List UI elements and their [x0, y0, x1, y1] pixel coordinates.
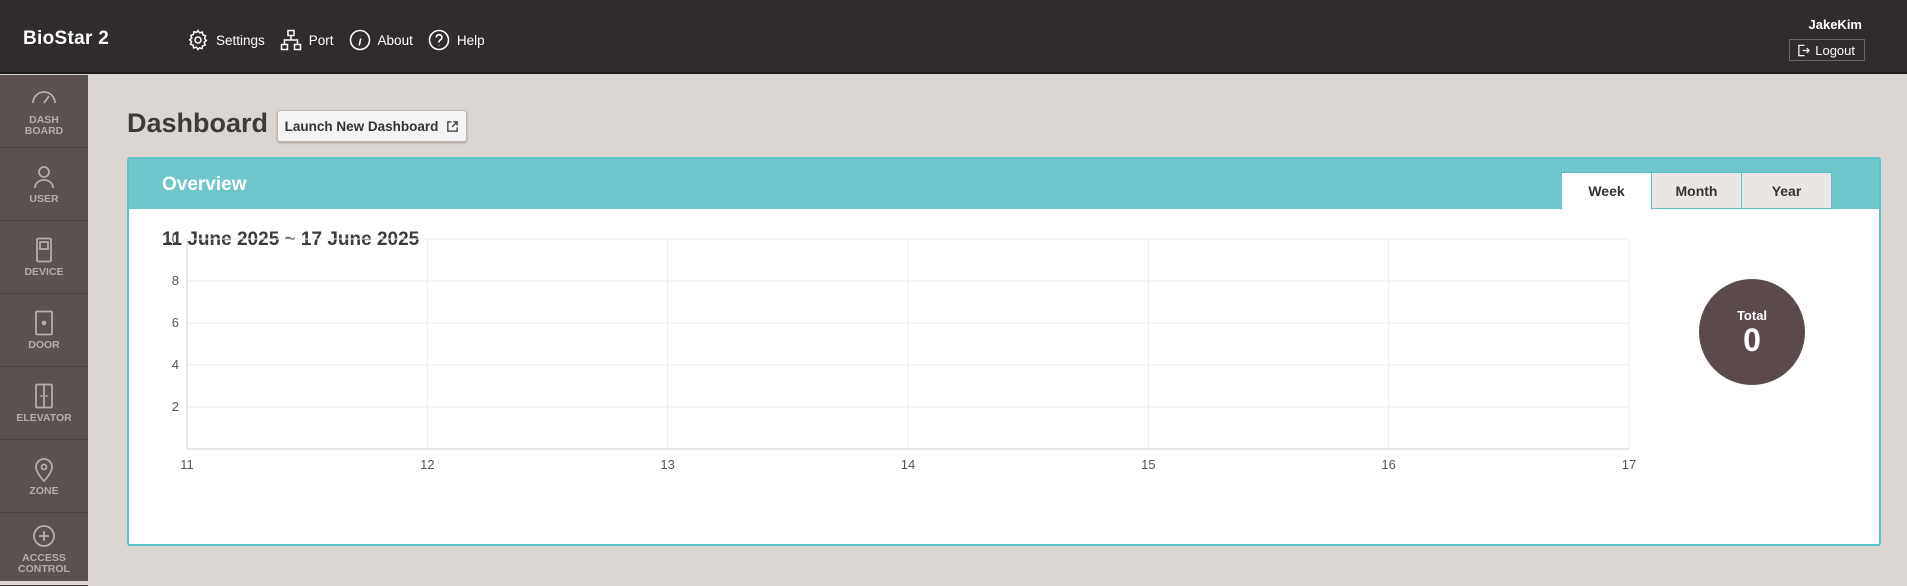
help-icon	[428, 29, 450, 51]
logout-button[interactable]: Logout	[1789, 39, 1865, 61]
sidebar: DASH BOARD USER DEVICE DOOR ELEVATOR ZON…	[0, 75, 88, 586]
x-tick-label: 11	[180, 457, 194, 472]
top-bar: BioStar 2 Settings Port About Help JakeK…	[0, 0, 1907, 74]
elevator-icon	[35, 383, 53, 408]
total-label: Total	[1736, 308, 1768, 323]
y-tick-label: 8	[172, 273, 179, 288]
sidebar-item-label: ELEVATOR	[16, 411, 72, 424]
overview-header: Overview Week Month Year	[129, 159, 1879, 210]
sidebar-item-door[interactable]: DOOR	[0, 294, 88, 367]
y-tick-label: 6	[172, 315, 179, 330]
logout-label: Logout	[1815, 42, 1855, 58]
launch-button-label: Launch New Dashboard	[284, 118, 439, 134]
x-tick-label: 17	[1622, 457, 1636, 472]
user-icon	[34, 165, 54, 188]
top-nav: Settings Port About Help	[186, 28, 499, 52]
network-icon	[280, 29, 302, 51]
nav-settings-label: Settings	[216, 32, 265, 48]
sidebar-item-access-control[interactable]: ACCESS CONTROL	[0, 513, 88, 586]
external-link-icon	[447, 120, 459, 132]
speedometer-icon	[32, 91, 56, 104]
x-tick-label: 15	[1141, 457, 1155, 472]
gear-icon	[188, 29, 208, 51]
overview-title: Overview	[162, 174, 247, 195]
total-badge: Total 0	[1699, 279, 1805, 385]
user-name[interactable]: JakeKim	[1809, 17, 1862, 32]
overview-card: Overview Week Month Year 11 June 2025 ~ …	[127, 157, 1881, 546]
access-control-icon	[33, 525, 55, 547]
page-title: Dashboard	[127, 108, 269, 138]
door-icon	[35, 310, 53, 335]
nav-about-label: About	[377, 32, 413, 48]
sidebar-item-label: DEVICE	[24, 265, 64, 278]
tab-year[interactable]: Year	[1741, 172, 1832, 209]
launch-new-dashboard-button[interactable]: Launch New Dashboard	[277, 110, 467, 142]
nav-about[interactable]: About	[348, 28, 413, 52]
sidebar-item-label: USER	[29, 192, 59, 205]
sidebar-item-dashboard[interactable]: DASH BOARD	[0, 75, 88, 148]
brand-logo[interactable]: BioStar 2	[23, 28, 109, 50]
x-tick-label: 16	[1381, 457, 1395, 472]
y-tick-label: 10	[165, 231, 179, 246]
nav-help[interactable]: Help	[427, 28, 485, 52]
tab-month[interactable]: Month	[1651, 172, 1742, 209]
overview-chart: 2 4 6 8 10 11 12 13 14 15 16 17	[165, 231, 1637, 472]
nav-port[interactable]: Port	[279, 28, 334, 52]
y-tick-label: 4	[172, 357, 179, 372]
x-tick-label: 12	[420, 457, 434, 472]
x-tick-label: 14	[901, 457, 915, 472]
sidebar-item-label: ACCESS CONTROL	[18, 552, 70, 575]
sidebar-item-zone[interactable]: ZONE	[0, 440, 88, 513]
sidebar-item-device[interactable]: DEVICE	[0, 221, 88, 294]
nav-port-label: Port	[308, 32, 334, 48]
sidebar-item-user[interactable]: USER	[0, 148, 88, 221]
location-pin-icon	[35, 457, 53, 482]
logout-icon	[1798, 44, 1811, 56]
period-tabs: Week Month Year	[1561, 172, 1832, 210]
sidebar-item-label: DOOR	[28, 338, 60, 351]
sidebar-item-label: DASH BOARD	[24, 114, 64, 137]
total-value: 0	[1743, 322, 1761, 358]
nav-settings[interactable]: Settings	[186, 28, 265, 52]
sidebar-item-elevator[interactable]: ELEVATOR	[0, 367, 88, 440]
tab-week[interactable]: Week	[1561, 172, 1652, 210]
y-tick-label: 2	[172, 399, 179, 414]
nav-help-label: Help	[456, 32, 485, 48]
sidebar-item-label: ZONE	[29, 484, 59, 497]
info-icon	[349, 29, 370, 51]
device-icon	[36, 237, 52, 262]
x-tick-label: 13	[660, 457, 674, 472]
